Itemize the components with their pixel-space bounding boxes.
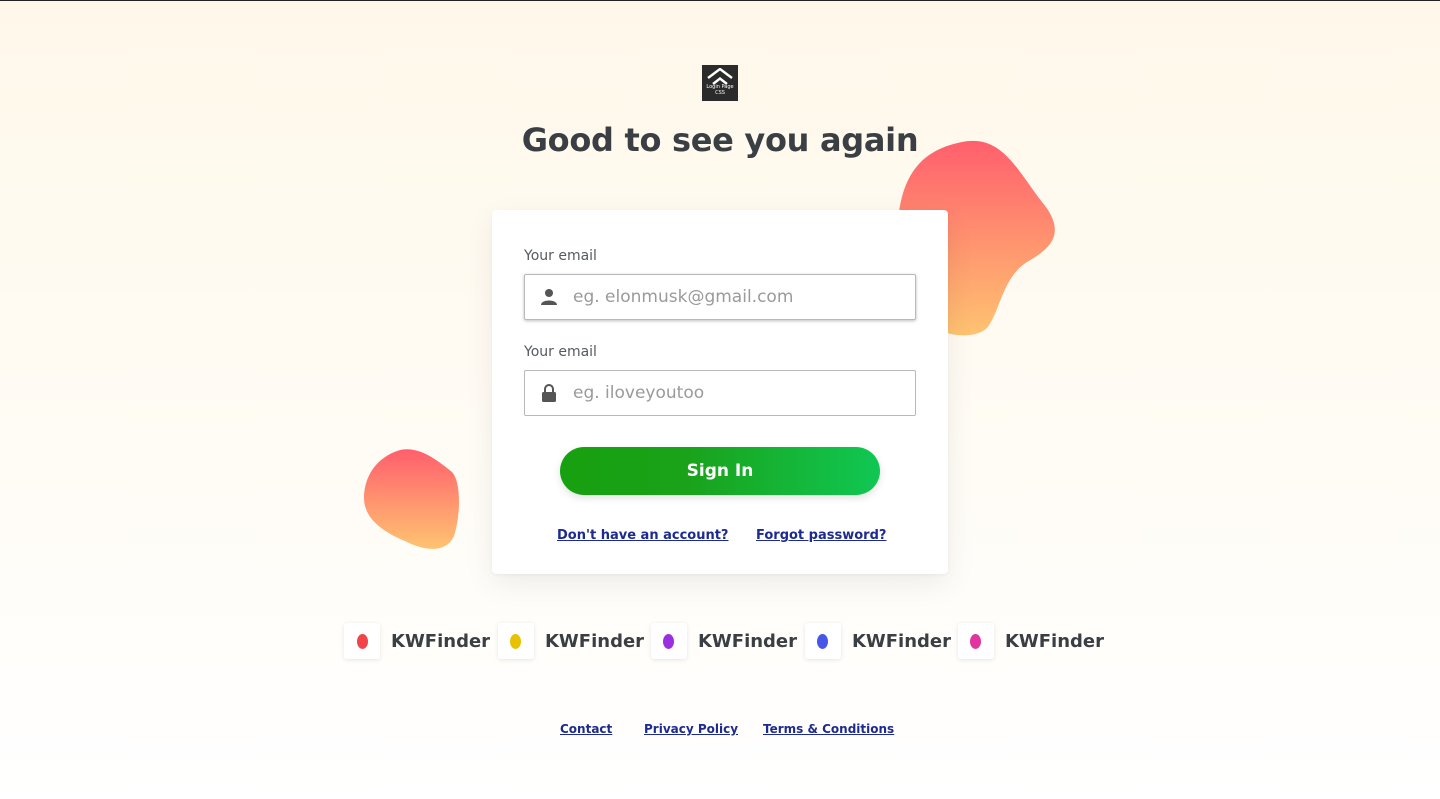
brand-logo-chip: [957, 623, 994, 659]
email-field: [524, 274, 916, 320]
email-input[interactable]: [573, 275, 915, 319]
egg-icon: [970, 633, 982, 649]
egg-icon: [817, 633, 829, 649]
egg-icon: [510, 633, 522, 649]
egg-icon: [356, 633, 368, 649]
forgot-password-link[interactable]: Forgot password?: [756, 528, 886, 543]
brand-item: KWFinder: [957, 623, 1104, 659]
terms-link[interactable]: Terms & Conditions: [763, 722, 894, 736]
brand-item: KWFinder: [650, 623, 805, 659]
brand-logo-chip: [497, 623, 534, 659]
brand-logo-chip: [804, 623, 841, 659]
sign-in-button[interactable]: Sign In: [560, 447, 880, 495]
brand-logo-chip: [650, 623, 687, 659]
chevron-up-logo-icon: [707, 68, 733, 85]
brand-name: KWFinder: [697, 630, 798, 652]
partner-brands: KWFinder KWFinder KWFinder KWFinder KWFi…: [344, 623, 1104, 659]
brand-item: KWFinder: [344, 623, 498, 659]
signup-link[interactable]: Don't have an account?: [557, 528, 728, 543]
page-heading: Good to see you again: [521, 121, 919, 159]
site-logo[interactable]: Login Page CSS: [702, 65, 738, 101]
brand-name: KWFinder: [544, 630, 645, 652]
password-label: Your email: [524, 344, 597, 360]
login-card: Your email Your email Sign In Don't have…: [492, 210, 948, 574]
brand-name: KWFinder: [851, 630, 952, 652]
egg-icon: [663, 633, 675, 649]
user-icon: [525, 288, 573, 306]
lock-icon: [525, 384, 573, 402]
privacy-policy-link[interactable]: Privacy Policy: [644, 722, 738, 736]
brand-item: KWFinder: [804, 623, 958, 659]
logo-caption-line2: CSS: [715, 89, 725, 96]
password-field: [524, 370, 916, 416]
brand-name: KWFinder: [1004, 630, 1104, 652]
contact-link[interactable]: Contact: [560, 722, 612, 736]
brand-logo-chip: [344, 623, 380, 659]
password-input[interactable]: [573, 371, 915, 415]
brand-item: KWFinder: [497, 623, 651, 659]
small-decorative-blob: [364, 449, 459, 549]
brand-name: KWFinder: [391, 630, 491, 652]
email-label: Your email: [524, 248, 597, 264]
